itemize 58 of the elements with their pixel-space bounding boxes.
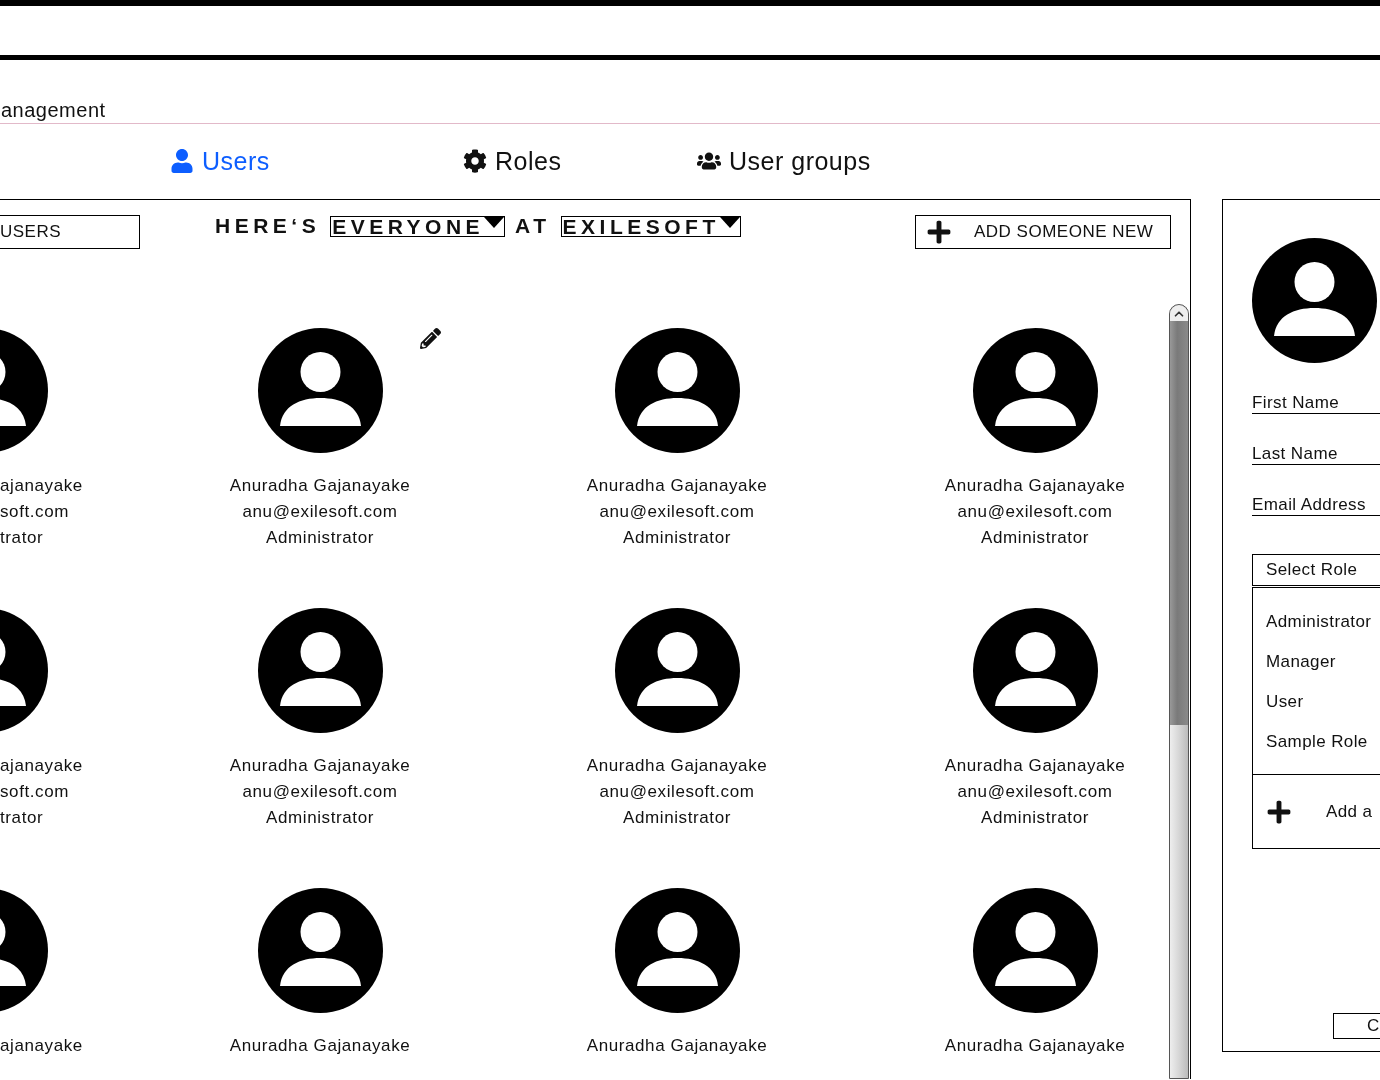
user-email: anu@exilesoft.com (956, 501, 1114, 523)
scope-dropdown[interactable]: EVERYONE (330, 215, 506, 237)
user-role: Administrator (980, 807, 1090, 829)
caret-icon (719, 216, 740, 228)
user-name: Anuradha Gajanayake (586, 755, 768, 777)
user-name: Anuradha Gajanayake (586, 1035, 768, 1057)
user-name: Anuradha Gajanayake (944, 755, 1126, 777)
user-name: Anuradha Gajanayake (944, 475, 1126, 497)
user-role: trator (0, 527, 45, 549)
user-email: anu@exilesoft.com (598, 501, 756, 523)
user-name: Anuradha Gajanayake (586, 475, 768, 497)
user-email: anu@exilesoft.com (241, 781, 399, 803)
tab[interactable]: Users (170, 146, 270, 176)
user-role: Administrator (622, 807, 732, 829)
avatar-icon (1252, 238, 1377, 363)
user-email: anu@exilesoft.com (598, 781, 756, 803)
caret-icon (484, 216, 505, 228)
input-field[interactable]: First Name (1252, 393, 1380, 414)
user-email: anu@exilesoft.com (956, 781, 1114, 803)
user-email: soft.com (0, 501, 71, 523)
avatar-icon (257, 328, 383, 453)
user-name: ajanayake (0, 755, 83, 777)
organization-dropdown[interactable]: EXILESOFT (560, 215, 741, 237)
role-select[interactable]: Select Role (1252, 554, 1380, 586)
user-name: Anuradha Gajanayake (229, 755, 411, 777)
input-field[interactable]: Email Address (1252, 495, 1380, 516)
user-role: trator (0, 807, 45, 829)
user-role: Administrator (265, 807, 375, 829)
user-name: ajanayake (0, 475, 83, 497)
role-option[interactable]: Manager (1266, 650, 1380, 674)
plus-icon (1266, 798, 1292, 825)
user-email: soft.com (0, 781, 71, 803)
user-role: Administrator (980, 527, 1090, 549)
user-name: Anuradha Gajanayake (229, 1035, 411, 1057)
page-title: anagement (0, 98, 106, 122)
user-role: Administrator (265, 527, 375, 549)
user-email: anu@exilesoft.com (241, 501, 399, 523)
plus-icon (926, 219, 952, 245)
user-name: Anuradha Gajanayake (229, 475, 411, 497)
input-field[interactable]: Last Name (1252, 444, 1380, 465)
user-role: Administrator (622, 527, 732, 549)
user-icon (170, 149, 194, 173)
search-field[interactable]: USERS (0, 215, 140, 249)
add-role-button[interactable]: Add a (1252, 775, 1380, 849)
gear-icon (463, 149, 487, 173)
pencil-icon[interactable] (420, 328, 441, 349)
heading-text: HERE‘S (215, 215, 321, 237)
role-option[interactable]: Sample Role (1266, 730, 1380, 754)
add-someone-button[interactable]: ADD SOMEONE NEW (915, 215, 1171, 249)
tab[interactable]: User groups (697, 146, 871, 176)
heading-text: AT (515, 215, 551, 237)
role-option[interactable]: Administrator (1266, 610, 1380, 634)
user-name: Anuradha Gajanayake (944, 1035, 1126, 1057)
form-button[interactable]: C (1333, 1013, 1380, 1039)
scrollbar[interactable] (1169, 304, 1189, 1079)
user-name: ajanayake (0, 1035, 83, 1057)
tab[interactable]: Roles (463, 146, 562, 176)
role-option[interactable]: User (1266, 690, 1380, 714)
